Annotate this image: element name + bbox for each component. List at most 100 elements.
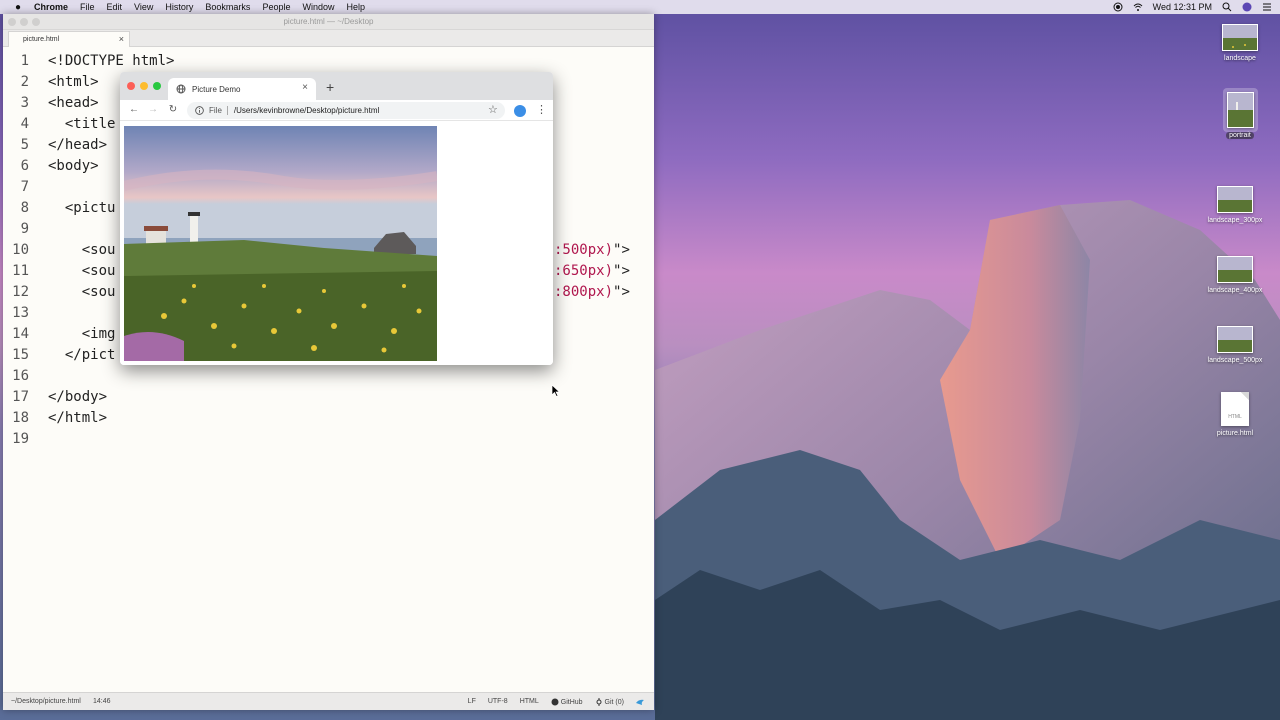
desktop-icon-landscape-400px[interactable]: landscape_400px	[1202, 256, 1268, 294]
menu-bar: ● Chrome File Edit View History Bookmark…	[0, 0, 1280, 14]
desktop-icon-label: picture.html	[1216, 430, 1254, 437]
desktop-icon-landscape[interactable]: landscape	[1214, 24, 1266, 62]
notification-center-icon[interactable]	[1262, 2, 1272, 12]
desktop-icon-portrait[interactable]: portrait	[1214, 88, 1266, 139]
menu-view[interactable]: View	[134, 2, 153, 12]
code-tag-close: ">	[613, 284, 630, 300]
line-number: 19	[12, 431, 29, 447]
line-number: 12	[12, 284, 29, 300]
document-type-badge: HTML	[1228, 414, 1242, 420]
line-number: 13	[12, 305, 29, 321]
landscape-photo	[124, 126, 437, 361]
bookmark-star-icon[interactable]: ☆	[488, 103, 498, 116]
editor-window-title: picture.html — ~/Desktop	[283, 17, 374, 26]
back-arrow-icon[interactable]: ←	[128, 104, 140, 116]
clock[interactable]: Wed 12:31 PM	[1153, 2, 1212, 12]
browser-minimize-button[interactable]	[140, 82, 148, 90]
editor-tab-bar: picture.html ×	[3, 30, 654, 47]
desktop-icon-picture-html[interactable]: HTML picture.html	[1206, 392, 1264, 437]
browser-window-controls	[127, 82, 161, 90]
info-icon[interactable]	[195, 106, 204, 115]
wifi-icon[interactable]	[1133, 2, 1143, 12]
landscape-thumbnail	[1217, 256, 1253, 283]
desktop-icon-landscape-300px[interactable]: landscape_300px	[1202, 186, 1268, 224]
browser-tab-picture-demo[interactable]: Picture Demo ×	[168, 78, 316, 100]
line-number: 5	[20, 137, 29, 153]
status-line-ending[interactable]: LF	[468, 698, 476, 705]
code-line[interactable]: 18 </html>	[3, 408, 654, 429]
selection-highlight	[1222, 88, 1258, 132]
status-file-path[interactable]: ~/Desktop/picture.html	[11, 698, 81, 705]
apple-menu-icon[interactable]: ●	[12, 2, 24, 13]
status-encoding[interactable]: UTF-8	[488, 698, 508, 705]
browser-menu-icon[interactable]: ⋮	[536, 103, 547, 116]
status-grammar[interactable]: HTML	[520, 698, 539, 705]
editor-tab-picture-html[interactable]: picture.html ×	[8, 31, 130, 47]
status-git[interactable]: Git (0)	[595, 697, 624, 706]
close-tab-icon[interactable]: ×	[302, 82, 308, 93]
feedback-bird-icon[interactable]	[636, 698, 646, 706]
code-line[interactable]: 19	[3, 429, 654, 450]
menu-people[interactable]: People	[262, 2, 290, 12]
code-text-tail: :500px)">	[554, 240, 630, 261]
spotlight-search-icon[interactable]	[1222, 2, 1232, 12]
code-string: :500px)	[554, 242, 614, 258]
code-text: </html>	[48, 410, 108, 426]
address-scheme-label: File	[209, 106, 228, 115]
address-bar[interactable]: File /Users/kevinbrowne/Desktop/picture.…	[187, 102, 505, 119]
desktop-icon-landscape-500px[interactable]: landscape_500px	[1202, 326, 1268, 364]
code-text-tail: :800px)">	[554, 282, 630, 303]
status-cursor-position[interactable]: 14:46	[93, 698, 111, 705]
code-string: :650px)	[554, 263, 614, 279]
menu-app-name[interactable]: Chrome	[34, 2, 68, 12]
code-line[interactable]: 1 <!DOCTYPE html>	[3, 51, 654, 72]
menu-edit[interactable]: Edit	[107, 2, 123, 12]
code-text: </head>	[48, 137, 108, 153]
profile-avatar-icon[interactable]	[514, 105, 526, 117]
menu-help[interactable]: Help	[346, 2, 365, 12]
editor-titlebar[interactable]: picture.html — ~/Desktop	[3, 14, 654, 30]
git-branch-icon	[596, 697, 602, 706]
line-number: 14	[12, 326, 29, 342]
line-number: 2	[20, 74, 29, 90]
browser-tab-strip[interactable]: Picture Demo × +	[120, 72, 553, 100]
code-string: :800px)	[554, 284, 614, 300]
editor-tab-label: picture.html	[23, 36, 60, 43]
zoom-button[interactable]	[32, 18, 40, 26]
menu-bookmarks[interactable]: Bookmarks	[205, 2, 250, 12]
code-text: <head>	[48, 95, 99, 111]
globe-icon	[176, 84, 186, 94]
line-number: 18	[12, 410, 29, 426]
code-tag-close: ">	[613, 263, 630, 279]
menu-window[interactable]: Window	[302, 2, 334, 12]
screen-record-icon[interactable]	[1113, 2, 1123, 12]
landscape-thumbnail	[1217, 326, 1253, 353]
menu-file[interactable]: File	[80, 2, 95, 12]
close-tab-icon[interactable]: ×	[119, 34, 124, 44]
landscape-thumbnail	[1217, 186, 1253, 213]
reload-icon[interactable]: ↻	[167, 104, 179, 116]
code-text: <html>	[48, 74, 99, 90]
code-tag-close: ">	[613, 242, 630, 258]
new-tab-plus-icon[interactable]: +	[326, 79, 334, 95]
line-number: 9	[20, 221, 29, 237]
user-avatar-icon[interactable]	[1242, 2, 1252, 12]
desktop-icon-label: landscape_400px	[1207, 287, 1263, 294]
code-line[interactable]: 16	[3, 366, 654, 387]
line-number: 15	[12, 347, 29, 363]
browser-zoom-button[interactable]	[153, 82, 161, 90]
address-url: /Users/kevinbrowne/Desktop/picture.html	[233, 106, 380, 115]
menu-history[interactable]: History	[165, 2, 193, 12]
close-button[interactable]	[8, 18, 16, 26]
code-text: <sou	[48, 242, 116, 258]
forward-arrow-icon[interactable]: →	[147, 104, 159, 116]
line-number: 11	[12, 263, 29, 279]
status-github-label: GitHub	[560, 698, 583, 706]
status-github[interactable]: GitHub	[551, 698, 583, 706]
line-number: 4	[20, 116, 29, 132]
browser-close-button[interactable]	[127, 82, 135, 90]
line-number: 6	[20, 158, 29, 174]
line-number: 3	[20, 95, 29, 111]
minimize-button[interactable]	[20, 18, 28, 26]
code-text: <sou	[48, 263, 116, 279]
